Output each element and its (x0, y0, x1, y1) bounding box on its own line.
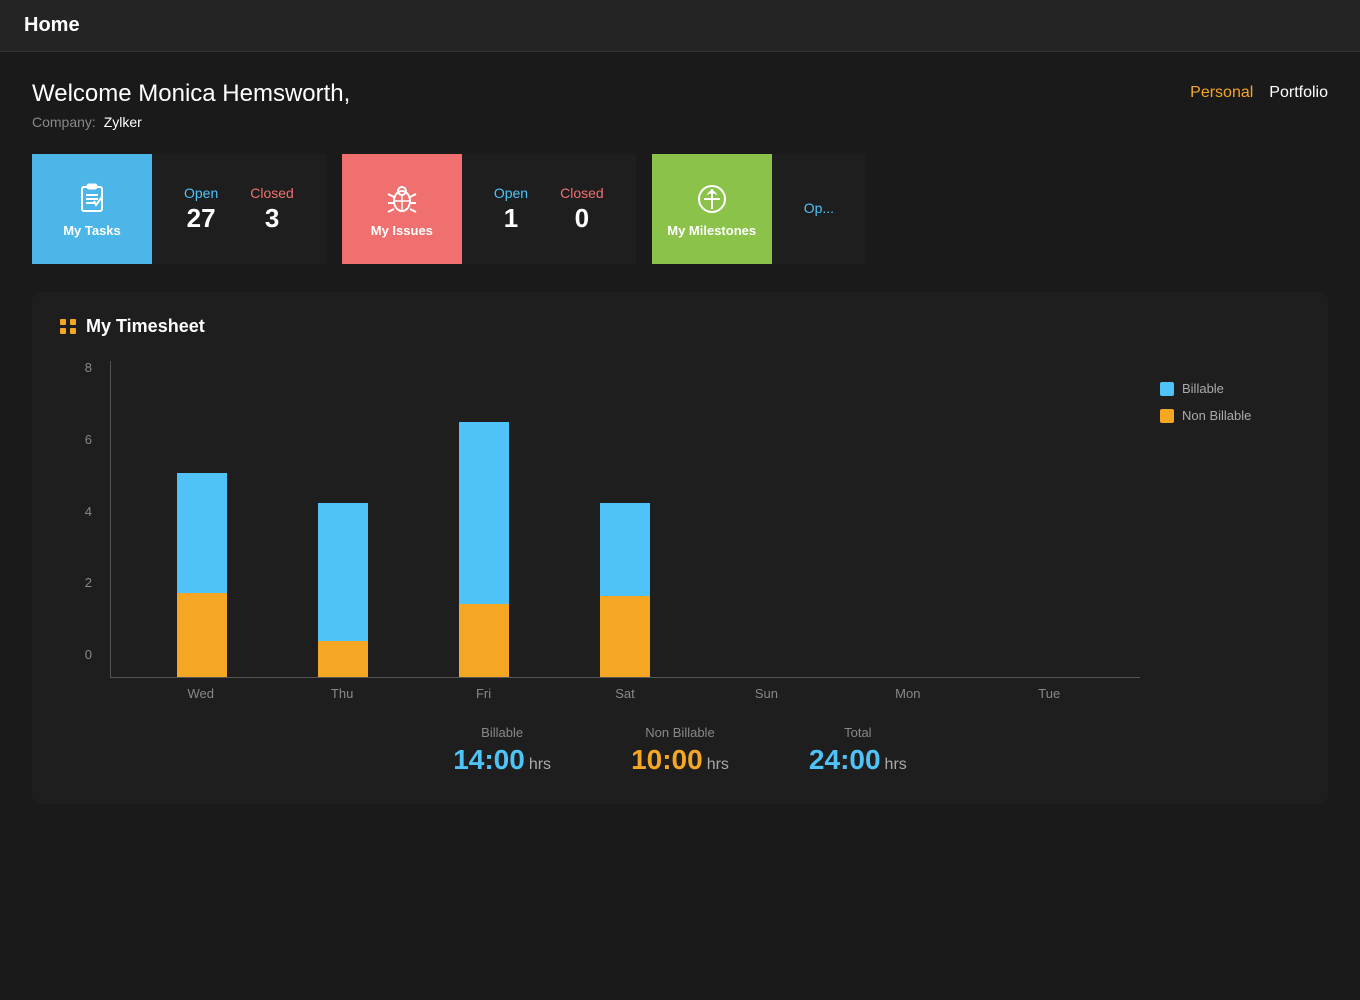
issues-icon-label: My Issues (371, 223, 433, 238)
tab-switcher: Personal Portfolio (1190, 84, 1328, 102)
milestones-stats: Op... (772, 154, 866, 264)
page-title: Home (24, 14, 80, 36)
bar-group-wed (131, 361, 272, 677)
x-label-wed: Wed (130, 686, 271, 701)
bar-billable-thu (318, 503, 368, 640)
issues-stats: Open 1 Closed 0 (462, 154, 636, 264)
cards-row: My Tasks Open 27 Closed 3 (32, 154, 1328, 264)
bar-group-mon (837, 361, 978, 677)
y-axis: 8 6 4 2 0 (60, 361, 100, 661)
bar-group-fri (414, 361, 555, 677)
x-label-tue: Tue (979, 686, 1120, 701)
chart-main: 8 6 4 2 0 WedThuFriSatSunMonTue (60, 361, 1140, 701)
summary-nonbillable-label: Non Billable (631, 725, 729, 740)
billable-dot (1160, 382, 1174, 396)
y-label-0: 0 (85, 648, 92, 661)
tasks-icon-block: My Tasks (32, 154, 152, 264)
bar-nonbillable-fri (459, 604, 509, 677)
card-sep-1 (326, 154, 342, 264)
top-bar: Home (0, 0, 1360, 52)
tasks-closed-label: Closed (250, 185, 294, 201)
bar-group-thu (272, 361, 413, 677)
chart-inner: WedThuFriSatSunMonTue (110, 361, 1140, 701)
summary-total-label: Total (809, 725, 907, 740)
card-sep-2 (636, 154, 652, 264)
billable-legend-label: Billable (1182, 381, 1224, 396)
bar-nonbillable-thu (318, 641, 368, 677)
timesheet-card: My Timesheet 8 6 4 2 0 (32, 292, 1328, 804)
issues-open-value: 1 (504, 203, 518, 234)
bar-nonbillable-sat (600, 596, 650, 677)
milestones-icon-label: My Milestones (667, 223, 756, 238)
tasks-open-stat: Open 27 (184, 185, 218, 234)
summary-billable-value: 14:00hrs (453, 744, 551, 776)
x-label-sat: Sat (554, 686, 695, 701)
x-label-thu: Thu (271, 686, 412, 701)
tasks-stats: Open 27 Closed 3 (152, 154, 326, 264)
x-label-sun: Sun (696, 686, 837, 701)
issues-open-stat: Open 1 (494, 185, 528, 234)
tasks-open-value: 27 (187, 203, 216, 234)
issues-open-label: Open (494, 185, 528, 201)
y-label-6: 6 (85, 433, 92, 446)
legend-nonbillable: Non Billable (1160, 408, 1280, 423)
summary-total-value: 24:00hrs (809, 744, 907, 776)
summary-total: Total 24:00hrs (809, 725, 907, 776)
tasks-icon (74, 181, 110, 217)
issues-closed-stat: Closed 0 (560, 185, 604, 234)
welcome-greeting: Welcome Monica Hemsworth, (32, 80, 350, 108)
company-row: Company: Zylker (32, 114, 350, 130)
nonbillable-dot (1160, 409, 1174, 423)
bar-group-tue (979, 361, 1120, 677)
tasks-closed-value: 3 (265, 203, 279, 234)
tasks-closed-stat: Closed 3 (250, 185, 294, 234)
nonbillable-legend-label: Non Billable (1182, 408, 1251, 423)
main-content: Welcome Monica Hemsworth, Company: Zylke… (0, 52, 1360, 832)
x-labels: WedThuFriSatSunMonTue (110, 686, 1140, 701)
milestones-icon-block: My Milestones (652, 154, 772, 264)
issues-icon (384, 181, 420, 217)
welcome-row: Welcome Monica Hemsworth, Company: Zylke… (32, 80, 1328, 130)
summary-nonbillable: Non Billable 10:00hrs (631, 725, 729, 776)
chart-legend: Billable Non Billable (1140, 361, 1300, 701)
issues-closed-label: Closed (560, 185, 604, 201)
milestones-icon (694, 181, 730, 217)
bar-group-sat (555, 361, 696, 677)
tab-personal[interactable]: Personal (1190, 84, 1253, 102)
tab-portfolio[interactable]: Portfolio (1269, 84, 1328, 102)
tasks-open-label: Open (184, 185, 218, 201)
bar-billable-wed (177, 473, 227, 593)
y-label-4: 4 (85, 505, 92, 518)
chart-container: 8 6 4 2 0 WedThuFriSatSunMonTue (60, 361, 1140, 701)
milestones-open-stat: Op... (804, 200, 834, 218)
milestones-open-label: Op... (804, 200, 834, 216)
summary-nonbillable-value: 10:00hrs (631, 744, 729, 776)
bar-billable-fri (459, 422, 509, 604)
x-label-mon: Mon (837, 686, 978, 701)
timesheet-title: My Timesheet (86, 316, 205, 337)
timesheet-dots-icon (60, 319, 76, 335)
issues-icon-block: My Issues (342, 154, 462, 264)
bar-nonbillable-wed (177, 593, 227, 677)
issues-closed-value: 0 (575, 203, 589, 234)
welcome-info: Welcome Monica Hemsworth, Company: Zylke… (32, 80, 350, 130)
bar-group-sun (696, 361, 837, 677)
x-label-fri: Fri (413, 686, 554, 701)
company-name: Zylker (104, 114, 142, 130)
y-label-2: 2 (85, 576, 92, 589)
tasks-widget[interactable]: My Tasks Open 27 Closed 3 (32, 154, 326, 264)
issues-widget[interactable]: My Issues Open 1 Closed 0 (342, 154, 636, 264)
summary-billable-label: Billable (453, 725, 551, 740)
legend-billable: Billable (1160, 381, 1280, 396)
timesheet-header: My Timesheet (60, 316, 1300, 337)
tasks-icon-label: My Tasks (63, 223, 121, 238)
milestones-widget[interactable]: My Milestones Op... (652, 154, 866, 264)
chart-area: 8 6 4 2 0 WedThuFriSatSunMonTue (60, 361, 1300, 701)
bars-section (110, 361, 1140, 678)
bar-billable-sat (600, 503, 650, 595)
summary-billable: Billable 14:00hrs (453, 725, 551, 776)
y-label-8: 8 (85, 361, 92, 374)
timesheet-summary: Billable 14:00hrs Non Billable 10:00hrs … (60, 725, 1300, 776)
company-label: Company: (32, 114, 96, 130)
